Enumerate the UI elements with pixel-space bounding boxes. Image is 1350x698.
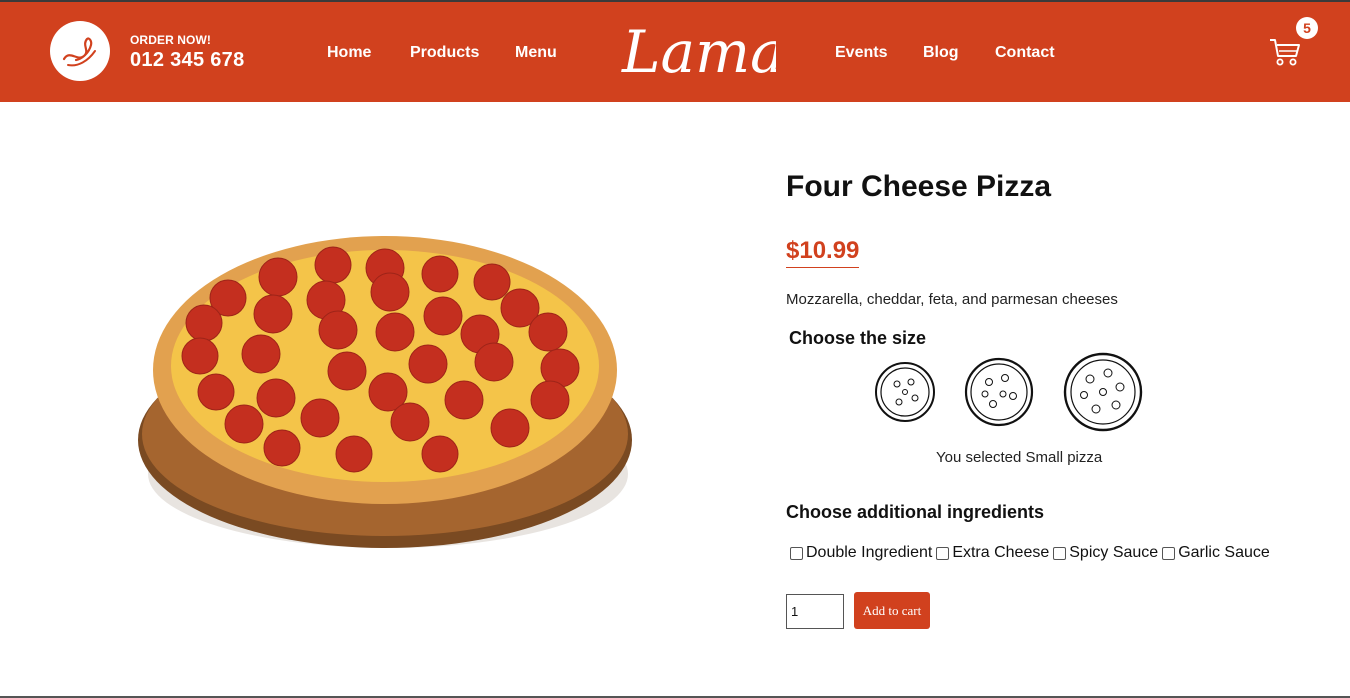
size-small-icon[interactable] [873,360,937,424]
order-info: ORDER NOW! 012 345 678 [130,33,245,72]
ingredient-checkbox[interactable] [1162,546,1176,560]
nav-link-menu[interactable]: Menu [515,44,557,62]
logo-text: Lama [621,18,776,86]
ingredient-checkbox[interactable] [1053,546,1067,560]
navbar: ORDER NOW! 012 345 678 Home Products Men… [0,0,1350,102]
choose-ingredients-heading: Choose additional ingredients [786,502,1045,522]
ingredient-garlic-sauce[interactable]: Garlic Sauce [1162,544,1270,562]
logo[interactable]: Lama [620,10,776,92]
order-now-label: ORDER NOW! [130,33,211,47]
ingredient-label: Spicy Sauce [1069,544,1159,561]
nav-link-contact[interactable]: Contact [995,44,1055,62]
add-to-cart-button[interactable]: Add to cart [854,592,930,629]
size-large-icon[interactable] [1062,351,1144,433]
size-medium-icon[interactable] [963,356,1035,428]
quantity-input[interactable] [786,594,844,629]
cart-count-badge: 5 [1296,17,1318,39]
nav-link-blog[interactable]: Blog [923,44,959,62]
product-description: Mozzarella, cheddar, feta, and parmesan … [786,291,1118,308]
ingredient-spicy-sauce[interactable]: Spicy Sauce [1053,544,1158,562]
phone-number: 012 345 678 [130,49,245,71]
nav-link-events[interactable]: Events [835,44,887,62]
ingredient-label: Extra Cheese [952,544,1050,561]
ingredient-double[interactable]: Double Ingredient [790,544,932,562]
selected-size-text: You selected Small pizza [936,449,1103,466]
cart-icon [1270,39,1300,66]
nav-link-home[interactable]: Home [327,44,371,62]
nav-link-products[interactable]: Products [410,44,479,62]
product-title: Four Cheese Pizza [786,170,1052,203]
ingredients-list: Double Ingredient Extra Cheese Spicy Sau… [790,544,1274,562]
choose-size-heading: Choose the size [789,328,927,348]
phone-icon [62,37,96,67]
pizza-image [138,236,632,548]
ingredient-checkbox[interactable] [790,546,803,560]
product-price: $10.99 [786,237,860,268]
ingredient-label: Double Ingredient [806,544,933,561]
ingredient-extra-cheese[interactable]: Extra Cheese [936,544,1049,562]
call-button[interactable] [50,21,110,81]
ingredient-checkbox[interactable] [936,546,950,560]
ingredient-label: Garlic Sauce [1178,544,1270,561]
cart-button[interactable]: 5 [1266,16,1322,72]
